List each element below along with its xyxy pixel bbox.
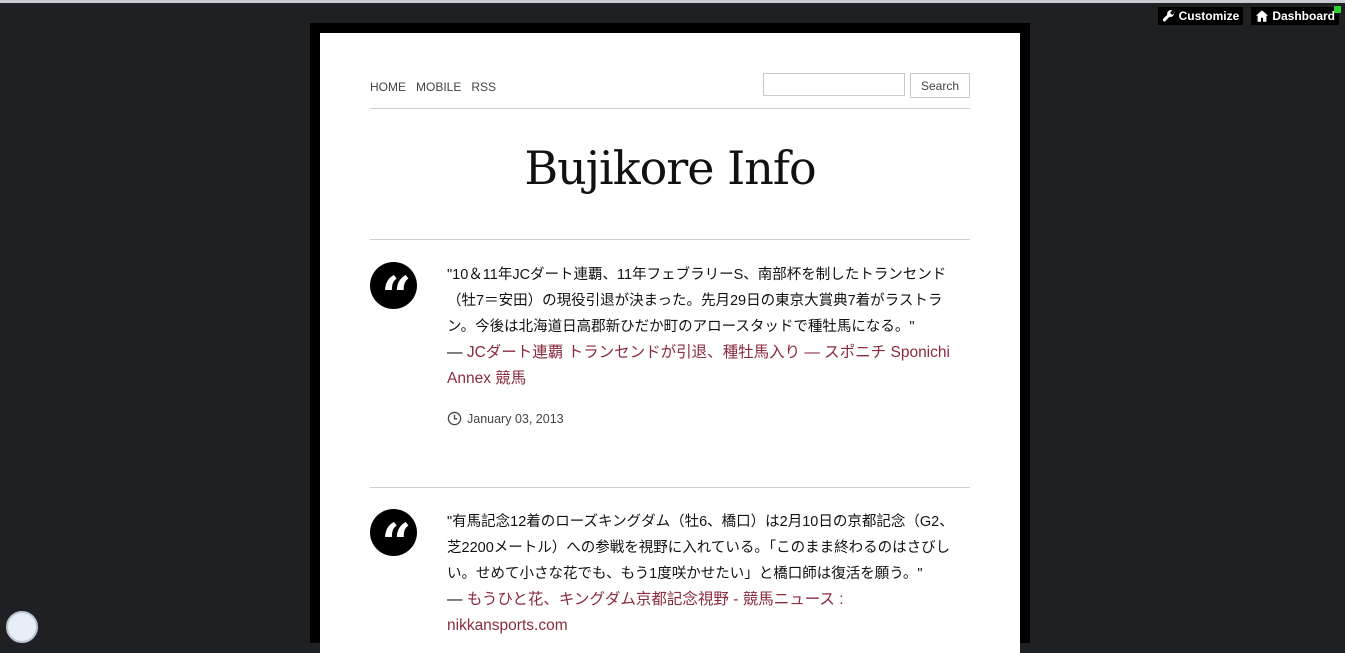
post-citation: — もうひと花、キングダム京都記念視野 - 競馬ニュース : nikkanspo…	[447, 587, 967, 639]
quote-icon: “	[370, 509, 417, 574]
citation-dash: —	[447, 591, 463, 608]
post-divider	[370, 487, 970, 488]
page-frame: HOME MOBILE RSS Search Bujikore Info “ "…	[310, 23, 1030, 653]
home-icon	[1256, 10, 1269, 22]
search-input[interactable]	[763, 73, 905, 96]
post-citation: — JCダート連覇 トランセンドが引退、種牡馬入り — スポニチ Sponich…	[447, 340, 967, 392]
source-link[interactable]: もうひと花、キングダム京都記念視野 - 競馬ニュース : nikkansport…	[447, 591, 844, 634]
corner-widget-icon[interactable]	[6, 611, 38, 643]
page-content: HOME MOBILE RSS Search Bujikore Info “ "…	[320, 33, 1020, 653]
post-date-label: January 03, 2013	[467, 411, 564, 426]
post-date[interactable]: January 03, 2013	[447, 411, 967, 426]
wrench-icon	[1162, 10, 1175, 22]
nav-link-home[interactable]: HOME	[370, 80, 406, 94]
post-1: “ "10＆11年JCダート連覇、11年フェブラリーS、南部杯を制したトランセン…	[370, 262, 970, 482]
citation-dash: —	[447, 344, 463, 361]
post-2: “ "有馬記念12着のローズキングダム（牡6、橋口）は2月10日の京都記念（G2…	[370, 509, 970, 649]
browser-top-border	[0, 0, 1345, 3]
nav-link-mobile[interactable]: MOBILE	[416, 80, 461, 94]
post-quote: "10＆11年JCダート連覇、11年フェブラリーS、南部杯を制したトランセンド（…	[447, 267, 947, 335]
search-button[interactable]: Search	[910, 73, 970, 98]
search-form: Search	[763, 73, 970, 98]
top-navigation: HOME MOBILE RSS Search	[370, 73, 970, 109]
post-quote: "有馬記念12着のローズキングダム（牡6、橋口）は2月10日の京都記念（G2、芝…	[447, 514, 954, 582]
customize-label: Customize	[1178, 9, 1240, 23]
site-title[interactable]: Bujikore Info	[370, 141, 970, 195]
dashboard-button[interactable]: Dashboard	[1251, 7, 1339, 25]
status-indicator	[1334, 6, 1341, 13]
customize-button[interactable]: Customize	[1157, 7, 1244, 25]
dashboard-label: Dashboard	[1272, 9, 1335, 23]
title-divider	[370, 239, 970, 240]
clock-icon	[447, 411, 462, 426]
source-link[interactable]: JCダート連覇 トランセンドが引退、種牡馬入り — スポニチ Sponichi …	[447, 344, 950, 387]
admin-bar: Customize Dashboard	[1157, 5, 1339, 27]
nav-link-rss[interactable]: RSS	[471, 80, 496, 94]
quote-icon: “	[370, 262, 417, 327]
